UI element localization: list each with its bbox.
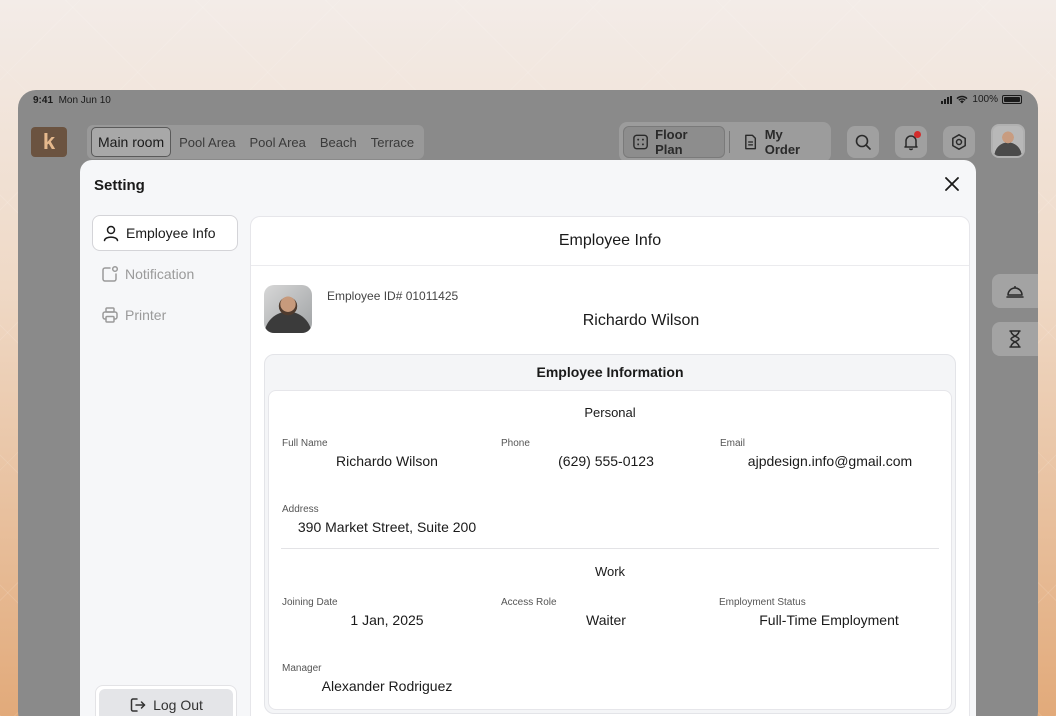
nav-notification[interactable]: Notification [92,256,238,292]
employment-status-label: Employment Status [719,597,806,608]
field-manager: Manager Alexander Rodriguez [282,663,492,694]
settings-nav: Employee Info Notification Printer [92,215,238,338]
wifi-icon [956,95,968,104]
employee-id: Employee ID# 01011425 [327,289,459,303]
access-role-value: Waiter [586,612,626,628]
service-bell-icon [1006,286,1024,298]
battery-percent: 100% [972,94,998,105]
field-joining-date: Joining Date 1 Jan, 2025 [282,597,492,628]
field-employment-status: Employment Status Full-Time Employment [719,597,939,628]
info-card-body: Personal Full Name Richardo Wilson Phone… [268,390,952,710]
nav-notification-label: Notification [125,266,195,282]
room-tab-terrace[interactable]: Terrace [365,129,420,156]
app-logo: k [31,127,67,157]
work-section-title: Work [594,564,626,579]
room-tab-beach[interactable]: Beach [314,129,363,156]
nav-printer[interactable]: Printer [92,297,238,333]
status-icons: 100% [941,94,1022,105]
phone-value: (629) 555-0123 [558,453,654,469]
full-name-value: Richardo Wilson [336,453,438,469]
search-icon [855,134,871,150]
signal-icon [941,95,953,104]
close-icon [945,177,959,191]
close-button[interactable] [942,174,962,194]
employee-info-panel: Employee Info Employee ID# 01011425 Rich… [250,216,970,716]
floor-plan-icon [633,134,648,150]
logout-button[interactable]: Log Out [95,685,237,716]
floor-plan-label: Floor Plan [655,127,688,157]
joining-date-label: Joining Date [282,597,338,608]
my-order-button[interactable]: My Order [734,126,827,158]
printer-icon [102,307,118,323]
address-label: Address [282,504,319,515]
logout-icon [130,698,146,712]
address-value: 390 Market Street, Suite 200 [297,519,477,535]
user-icon [103,225,119,242]
view-toggle: Floor Plan My Order [619,122,831,162]
my-order-label: My Order [764,127,801,157]
search-button[interactable] [847,126,879,158]
joining-date-value: 1 Jan, 2025 [350,612,424,628]
panel-title: Employee Info [251,217,969,266]
full-name-label: Full Name [282,438,328,449]
user-avatar[interactable] [991,124,1025,158]
access-role-label: Access Role [501,597,557,608]
nav-printer-label: Printer [125,307,167,323]
settings-modal: Setting Employee Info Notification Print… [80,160,976,716]
nav-employee-info[interactable]: Employee Info [92,215,238,251]
manager-label: Manager [282,663,322,674]
modal-title: Setting [94,177,145,194]
settings-button[interactable] [943,126,975,158]
employee-name: Richardo Wilson [582,312,700,329]
status-bar: 9:41 Mon Jun 10 100% [18,90,1038,112]
email-value: ajpdesign.info@gmail.com [747,453,913,469]
manager-value: Alexander Rodriguez [321,678,453,694]
personal-section-title: Personal [584,405,636,420]
field-access-role: Access Role Waiter [501,597,711,628]
nav-employee-info-label: Employee Info [126,225,216,241]
email-label: Email [720,438,746,449]
battery-icon [1002,95,1022,104]
logout-label: Log Out [153,697,203,713]
room-tab-pool-area-2[interactable]: Pool Area [244,129,312,156]
field-full-name: Full Name Richardo Wilson [282,438,492,469]
section-divider [281,548,939,549]
field-phone: Phone (629) 555-0123 [501,438,711,469]
floor-plan-button[interactable]: Floor Plan [623,126,725,158]
hourglass-icon [1009,330,1021,348]
room-tab-main-room[interactable]: Main room [91,127,172,157]
logout-inner: Log Out [99,689,233,716]
view-separator [728,131,730,153]
employment-status-value: Full-Time Employment [759,612,899,628]
gear-icon [952,134,966,150]
room-tabs: Main room Pool Area Pool Area Beach Terr… [87,125,425,159]
status-time: 9:41 Mon Jun 10 [33,95,111,106]
notification-icon [102,265,119,282]
service-bell-button[interactable] [992,274,1038,308]
phone-label: Phone [501,438,530,449]
field-email: Email ajpdesign.info@gmail.com [720,438,940,469]
employee-information-card: Employee Information Personal Full Name … [264,354,956,714]
info-card-title: Employee Information [536,364,684,380]
document-icon [744,134,756,150]
notifications-button[interactable] [895,126,927,158]
room-tab-pool-area[interactable]: Pool Area [173,129,241,156]
field-address: Address 390 Market Street, Suite 200 [282,504,492,535]
notification-dot [914,131,921,138]
